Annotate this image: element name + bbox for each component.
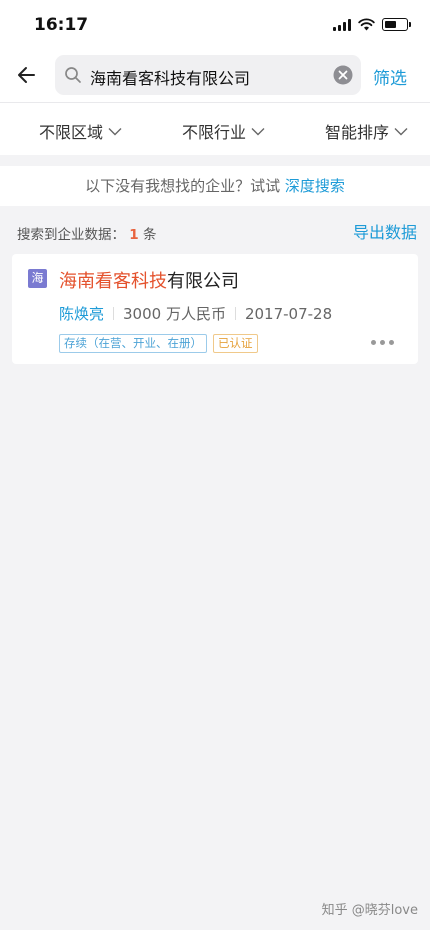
- search-header: 海南看客科技有限公司 筛选: [0, 52, 430, 102]
- company-avatar: 海: [28, 269, 47, 288]
- chevron-down-icon: [251, 127, 265, 135]
- summary-prefix: 搜索到企业数据：: [17, 227, 125, 243]
- export-data-button[interactable]: 导出数据: [353, 219, 417, 243]
- deep-search-prompt: 以下没有我想找的企业？试试: [85, 177, 281, 195]
- result-count: 1: [129, 227, 139, 243]
- filter-button[interactable]: 筛选: [373, 64, 407, 89]
- filter-region[interactable]: 不限区域: [39, 119, 122, 143]
- filter-industry-label: 不限行业: [182, 123, 247, 142]
- clear-icon[interactable]: [333, 65, 353, 85]
- status-icons: [333, 18, 411, 31]
- filter-sort-label: 智能排序: [325, 123, 390, 142]
- chevron-down-icon: [108, 127, 122, 135]
- divider: [113, 307, 115, 320]
- legal-person-link[interactable]: 陈焕亮: [59, 303, 104, 324]
- signal-icon: [333, 18, 351, 31]
- status-bar: 16:17: [0, 0, 430, 52]
- search-box[interactable]: 海南看客科技有限公司: [55, 55, 361, 95]
- status-tag: 存续（在营、开业、在册）: [59, 334, 207, 353]
- filter-sort[interactable]: 智能排序: [325, 119, 408, 143]
- certified-tag: 已认证: [213, 334, 258, 353]
- divider: [234, 307, 236, 320]
- battery-icon: [382, 18, 411, 31]
- company-tags: 存续（在营、开业、在册） 已认证: [59, 334, 258, 353]
- result-summary: 搜索到企业数据： 1 条: [17, 223, 157, 243]
- search-input[interactable]: 海南看客科技有限公司: [90, 65, 250, 89]
- back-arrow-icon[interactable]: [14, 62, 40, 88]
- registered-capital: 3000 万人民币: [123, 305, 226, 323]
- company-meta: 陈焕亮 3000 万人民币 2017-07-28: [59, 303, 332, 324]
- battery-level: [385, 21, 396, 28]
- search-icon: [65, 67, 81, 83]
- more-icon[interactable]: [371, 340, 394, 345]
- established-date: 2017-07-28: [244, 304, 333, 323]
- company-name-rest: 有限公司: [167, 271, 239, 292]
- chevron-down-icon: [394, 127, 408, 135]
- watermark: 知乎 @晓芬love: [321, 903, 418, 918]
- filter-industry[interactable]: 不限行业: [182, 119, 265, 143]
- summary-suffix: 条: [143, 227, 157, 243]
- company-name-highlight: 海南看客科技: [59, 271, 167, 292]
- company-name[interactable]: 海南看客科技有限公司: [59, 267, 239, 293]
- filter-bar: 不限区域 不限行业 智能排序: [0, 102, 430, 155]
- status-time: 16:17: [34, 15, 89, 35]
- filter-region-label: 不限区域: [39, 123, 104, 142]
- deep-search-bar: 以下没有我想找的企业？试试 深度搜索: [0, 166, 430, 206]
- deep-search-link[interactable]: 深度搜索: [285, 177, 345, 195]
- company-result-card[interactable]: 海 海南看客科技有限公司 陈焕亮 3000 万人民币 2017-07-28 存续…: [12, 254, 418, 364]
- wifi-icon: [358, 18, 375, 31]
